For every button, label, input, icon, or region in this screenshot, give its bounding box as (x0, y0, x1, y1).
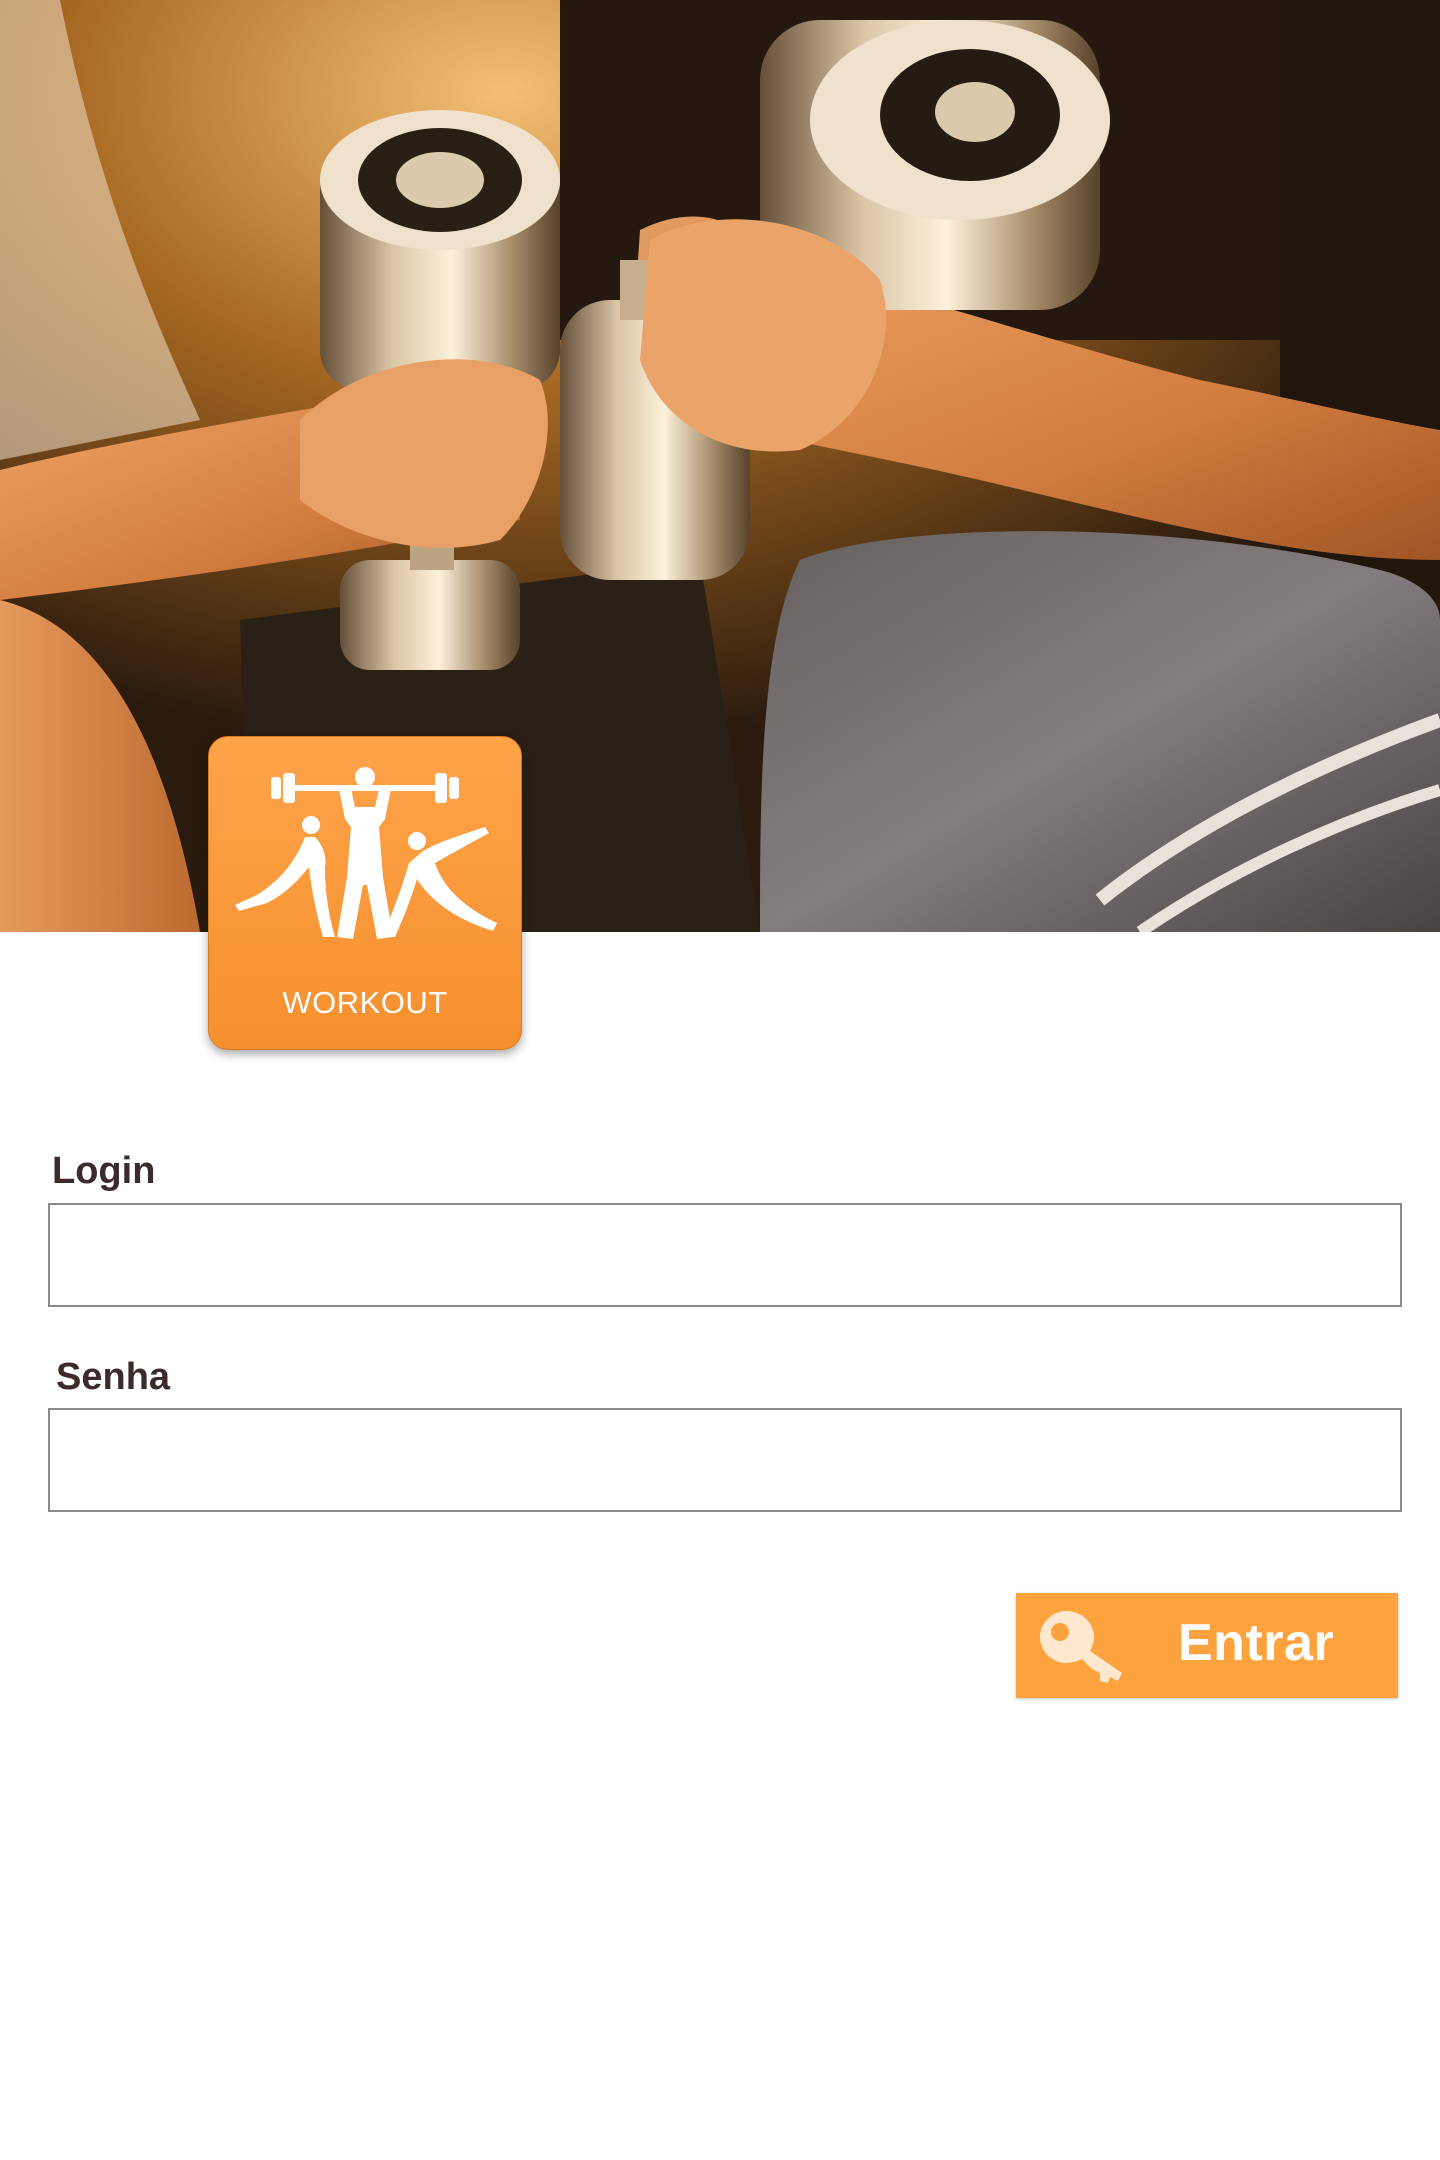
login-screen: WORKOUT Login Senha Entrar (0, 0, 1440, 2160)
password-label: Senha (56, 1356, 171, 1398)
app-logo: WORKOUT (208, 736, 522, 1050)
password-input[interactable] (48, 1408, 1402, 1512)
login-label: Login (52, 1150, 156, 1192)
submit-button[interactable]: Entrar (1016, 1593, 1398, 1698)
athletes-silhouette-icon (235, 767, 497, 939)
logo-text: WORKOUT (282, 985, 448, 1020)
login-input[interactable] (48, 1203, 1402, 1307)
key-icon (1040, 1611, 1122, 1683)
submit-label: Entrar (1178, 1614, 1335, 1672)
